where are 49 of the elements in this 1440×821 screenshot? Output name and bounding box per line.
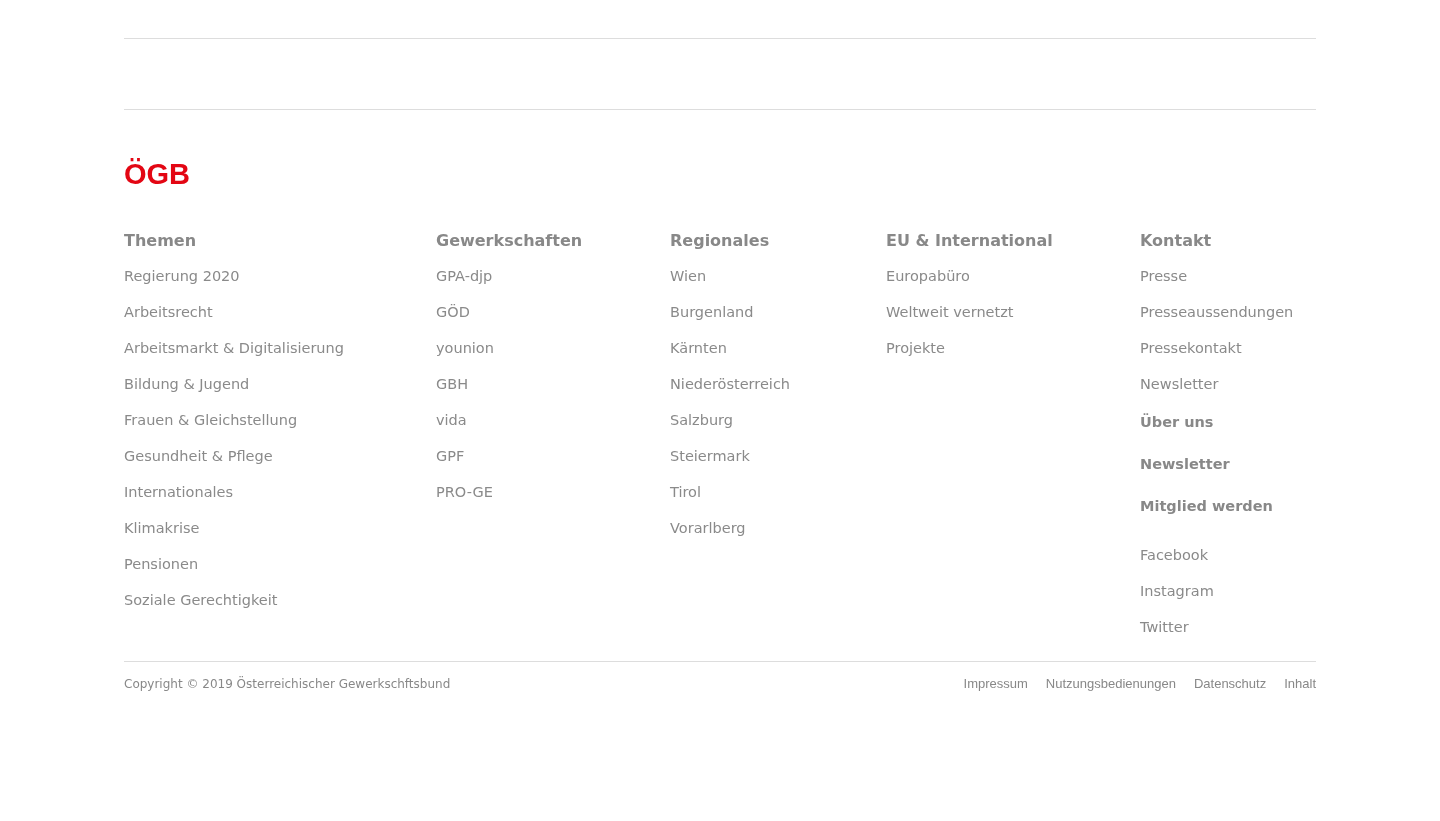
legal-link[interactable]: Datenschutz <box>1193 676 1267 691</box>
column-heading[interactable]: Kontakt <box>1140 230 1212 252</box>
column-heading[interactable]: Regionales <box>670 230 770 252</box>
column-heading[interactable]: Gewerkschaften <box>436 230 583 252</box>
footer-link[interactable]: Weltweit vernetzt <box>886 302 1014 338</box>
footer-link[interactable]: Klimakrise <box>124 518 200 554</box>
copyright-text: Copyright © 2019 Österreichischer Gewerkschftsbund <box>124 676 451 691</box>
footer-link[interactable]: Steiermark <box>670 446 750 482</box>
footer-link[interactable]: Internationales <box>124 482 234 518</box>
footer-link[interactable]: Salzburg <box>670 410 734 446</box>
social-link[interactable]: Facebook <box>1140 545 1209 581</box>
footer-link[interactable]: PRO-GE <box>436 482 493 518</box>
footer-link[interactable]: Arbeitsrecht <box>124 302 213 338</box>
footer-link[interactable]: Vorarlberg <box>670 518 746 554</box>
footer-link[interactable]: vida <box>436 410 467 446</box>
footer-link[interactable]: Regierung 2020 <box>124 266 240 302</box>
footer-link[interactable]: Pressekontakt <box>1140 338 1242 374</box>
footer-link[interactable]: Tirol <box>670 482 701 518</box>
footer-link[interactable]: younion <box>436 338 494 374</box>
footer-link[interactable]: Wien <box>670 266 707 302</box>
footer-link[interactable]: Über uns <box>1140 412 1214 454</box>
logo[interactable]: ÖGB <box>124 158 191 190</box>
column-heading[interactable]: Themen <box>124 230 197 252</box>
footer-link[interactable]: Europabüro <box>886 266 970 302</box>
legal-link[interactable]: Impressum <box>963 676 1028 691</box>
social-link[interactable]: Instagram <box>1140 581 1214 617</box>
footer-link[interactable]: Presse <box>1140 266 1188 302</box>
social-link[interactable]: Twitter <box>1140 617 1189 653</box>
footer-link[interactable]: Newsletter <box>1140 454 1230 496</box>
footer-link[interactable]: Gesundheit & Pflege <box>124 446 273 482</box>
footer-link[interactable]: Frauen & Gleichstellung <box>124 410 298 446</box>
footer-link[interactable]: GPF <box>436 446 465 482</box>
footer-link[interactable]: Arbeitsmarkt & Digitalisierung <box>124 338 344 374</box>
footer-link[interactable]: GBH <box>436 374 469 410</box>
column-heading[interactable]: EU & International <box>886 230 1053 252</box>
footer-link[interactable]: Projekte <box>886 338 945 374</box>
footer-link[interactable]: Bildung & Jugend <box>124 374 250 410</box>
footer-link[interactable]: GPA-djp <box>436 266 493 302</box>
legal-link[interactable]: Inhalt <box>1284 676 1316 691</box>
footer-link[interactable]: Pensionen <box>124 554 199 590</box>
legal-link[interactable]: Nutzungsbedienungen <box>1045 676 1176 691</box>
footer-link[interactable]: Soziale Gerechtigkeit <box>124 590 278 626</box>
footer-link[interactable]: Niederösterreich <box>670 374 791 410</box>
footer-link[interactable]: Kärnten <box>670 338 727 374</box>
footer-link[interactable]: Newsletter <box>1140 374 1219 410</box>
footer-link[interactable]: Mitglied werden <box>1140 496 1273 538</box>
footer-link[interactable]: Presseaussendungen <box>1140 302 1294 338</box>
footer-link[interactable]: GÖD <box>436 302 470 338</box>
footer-link[interactable]: Burgenland <box>670 302 754 338</box>
